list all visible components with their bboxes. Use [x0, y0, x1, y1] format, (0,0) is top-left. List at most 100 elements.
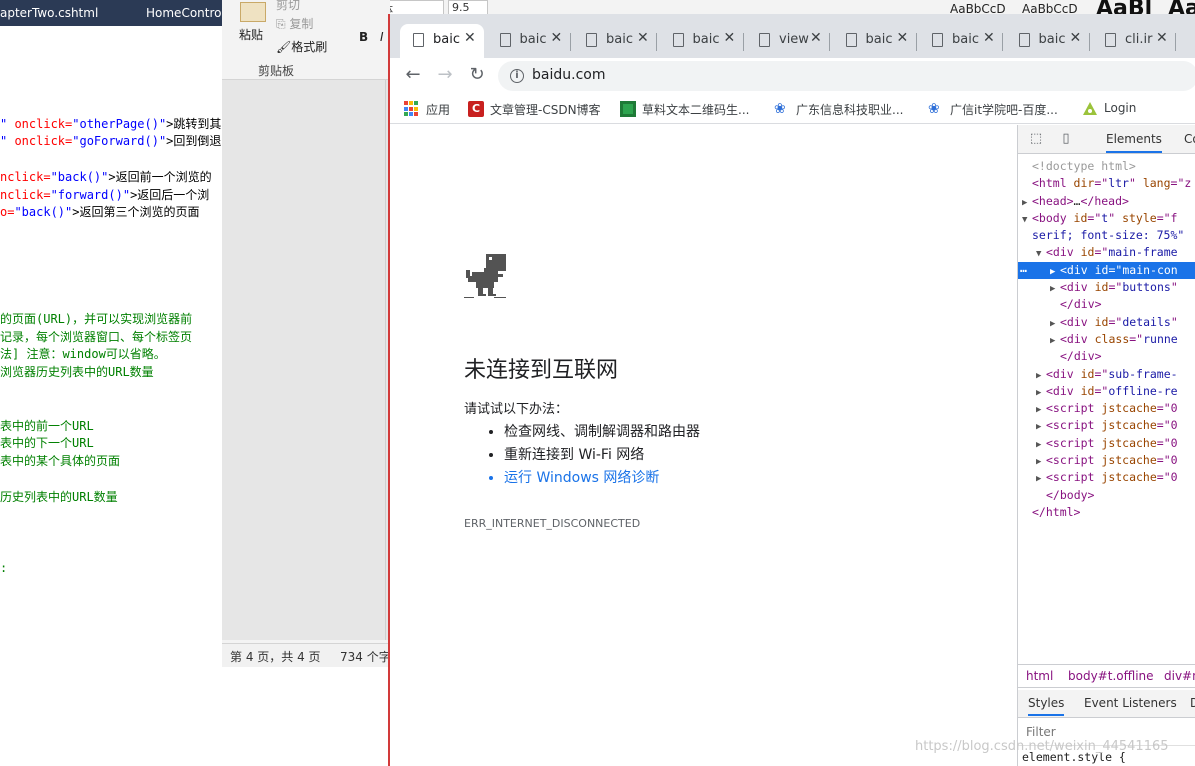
info-icon[interactable]: i [510, 69, 524, 83]
tab-title: cli.ir [1125, 32, 1153, 47]
close-icon[interactable]: ✕ [897, 30, 909, 46]
code-line[interactable]: 表中的前一个URL [0, 418, 94, 434]
browser-tab[interactable]: baic ✕ [573, 24, 657, 58]
forward-arrow-icon[interactable]: → [434, 64, 456, 86]
dom-node[interactable]: ▼ <body id="t" style="f [1018, 210, 1195, 227]
paste-icon[interactable] [240, 2, 266, 22]
breadcrumb-item[interactable]: div#n [1164, 669, 1195, 683]
tab-title: view [779, 32, 809, 47]
dom-node[interactable]: ▶ <script jstcache="0 [1018, 452, 1195, 469]
bold-button[interactable]: B [359, 30, 368, 44]
document-page[interactable] [222, 80, 386, 640]
code-line[interactable]: 表中的下一个URL [0, 435, 94, 451]
tab-dom-breakpoints[interactable]: D [1190, 696, 1195, 710]
dom-node[interactable]: ▶ <head>…</head> [1018, 193, 1195, 210]
format-painter-button[interactable]: 🖌格式刷 [276, 38, 327, 55]
tab-console[interactable]: Co [1184, 132, 1195, 146]
tab-elements[interactable]: Elements [1106, 132, 1162, 153]
dom-node[interactable]: ▶ <div id="details" [1018, 314, 1195, 331]
code-line[interactable]: 历史列表中的URL数量 [0, 489, 118, 505]
code-line[interactable]: 的页面(URL)，并可以实现浏览器前 [0, 311, 192, 327]
browser-tab[interactable]: baic ✕ [1006, 24, 1090, 58]
code-line[interactable]: 浏览器历史列表中的URL数量 [0, 364, 154, 380]
dom-token: offline-re [1108, 383, 1178, 398]
url-text[interactable]: baidu.com [532, 67, 605, 83]
dom-node[interactable]: </div> [1018, 348, 1195, 365]
tab-event-listeners[interactable]: Event Listeners [1084, 696, 1177, 710]
browser-tab[interactable]: baic ✕ [919, 24, 1003, 58]
dom-node[interactable]: ▶ <script jstcache="0 [1018, 469, 1195, 486]
code-line[interactable]: 法] 注意：window可以省略。 [0, 346, 166, 362]
dom-node[interactable]: <html dir="ltr" lang="z [1018, 175, 1195, 192]
dom-node[interactable]: </body> [1018, 487, 1195, 504]
code-token: nclick= [0, 188, 51, 202]
dom-node[interactable]: ▶ <div class="runne [1018, 331, 1195, 348]
reload-icon[interactable]: ↻ [466, 64, 488, 86]
address-bar[interactable]: i baidu.com [498, 61, 1195, 91]
copy-button[interactable]: ⎘ 复制 [276, 15, 313, 32]
dom-node[interactable]: ▶ <script jstcache="0 [1018, 417, 1195, 434]
close-icon[interactable]: ✕ [1156, 30, 1168, 46]
browser-tab[interactable]: baic ✕ [660, 24, 744, 58]
browser-tab[interactable]: baic ✕ [487, 24, 571, 58]
dom-token: ="0 [1156, 401, 1178, 416]
close-icon[interactable]: ✕ [983, 30, 995, 46]
code-line[interactable]: nclick="forward()">返回后一个浏 [0, 187, 209, 203]
code-line[interactable]: : [0, 560, 7, 576]
close-icon[interactable]: ✕ [724, 30, 736, 46]
browser-tab[interactable]: baic ✕ [400, 24, 484, 58]
dinosaur-icon[interactable] [464, 254, 508, 300]
tab-styles[interactable]: Styles [1028, 696, 1065, 716]
device-toolbar-icon[interactable]: ▯ [1058, 131, 1074, 147]
italic-button[interactable]: I [380, 30, 384, 44]
code-line[interactable]: 记录，每个浏览器窗口、每个标签页 [0, 329, 192, 345]
word-count[interactable]: 734 个字 [340, 648, 390, 665]
dom-token: <script [1046, 453, 1102, 468]
dom-node[interactable]: ▶ <script jstcache="0 [1018, 435, 1195, 452]
code-line[interactable]: o="back()">返回第三个浏览的页面 [0, 204, 199, 220]
code-editor: apterTwo.cshtml HomeContro " onclick="ot… [0, 0, 222, 766]
browser-tab[interactable]: baic ✕ [833, 24, 917, 58]
code-line[interactable]: 表中的某个具体的页面 [0, 453, 120, 469]
paste-button[interactable]: 粘贴 [239, 26, 263, 43]
page-count[interactable]: 第 4 页，共 4 页 [230, 648, 321, 665]
dom-node[interactable]: </html> [1018, 504, 1195, 521]
more-icon[interactable]: … [1020, 260, 1027, 277]
code-line[interactable]: " onclick="goForward()">回到倒退 [0, 133, 221, 149]
network-diagnostics-link[interactable]: 运行 Windows 网络诊断 [504, 467, 700, 490]
dom-node[interactable]: </div> [1018, 296, 1195, 313]
browser-tab[interactable]: cli.ir ✕ [1092, 24, 1176, 58]
dom-token: id [1080, 383, 1095, 398]
code-token: : [0, 561, 8, 575]
dom-node[interactable]: ▶ <script jstcache="0 [1018, 400, 1195, 417]
dom-node[interactable]: <!doctype html> [1018, 158, 1195, 175]
tab-title: baic [692, 32, 720, 47]
tab-title: baic [1038, 32, 1066, 47]
code-line[interactable]: " onclick="otherPage()">跳转到其 [0, 116, 221, 132]
cut-button[interactable]: 剪切 [276, 0, 300, 13]
code-line[interactable]: nclick="back()">返回前一个浏览的 [0, 169, 212, 185]
editor-tab[interactable]: apterTwo.cshtml [0, 6, 98, 20]
close-icon[interactable]: ✕ [464, 30, 476, 46]
dom-node[interactable]: serif; font-size: 75%" [1018, 227, 1195, 244]
back-arrow-icon[interactable]: ← [402, 64, 424, 86]
dom-token: <script [1046, 418, 1102, 433]
browser-tab[interactable]: view ✕ [746, 24, 830, 58]
close-icon[interactable]: ✕ [810, 30, 822, 46]
dom-token: ="0 [1156, 470, 1178, 485]
filter-placeholder: Filter [1026, 725, 1056, 739]
editor-tab[interactable]: HomeContro [146, 6, 221, 20]
close-icon[interactable]: ✕ [637, 30, 649, 46]
close-icon[interactable]: ✕ [1070, 30, 1082, 46]
dom-node[interactable]: ▶ <div id="offline-re [1018, 383, 1195, 400]
dom-node[interactable]: ▶ <div id="buttons" [1018, 279, 1195, 296]
close-icon[interactable]: ✕ [551, 30, 563, 46]
dom-node[interactable]: … ▶ <div id="main-con [1018, 260, 1195, 280]
breadcrumb-item[interactable]: body#t.offline [1068, 669, 1154, 683]
dom-node[interactable]: ▼ <div id="main-frame [1018, 244, 1195, 261]
dom-token: style [1122, 210, 1157, 225]
inspect-element-icon[interactable]: ⬚ [1028, 131, 1044, 147]
dom-token: ="z [1170, 176, 1192, 191]
dom-node[interactable]: ▶ <div id="sub-frame- [1018, 366, 1195, 383]
breadcrumb-item[interactable]: html [1026, 669, 1053, 683]
